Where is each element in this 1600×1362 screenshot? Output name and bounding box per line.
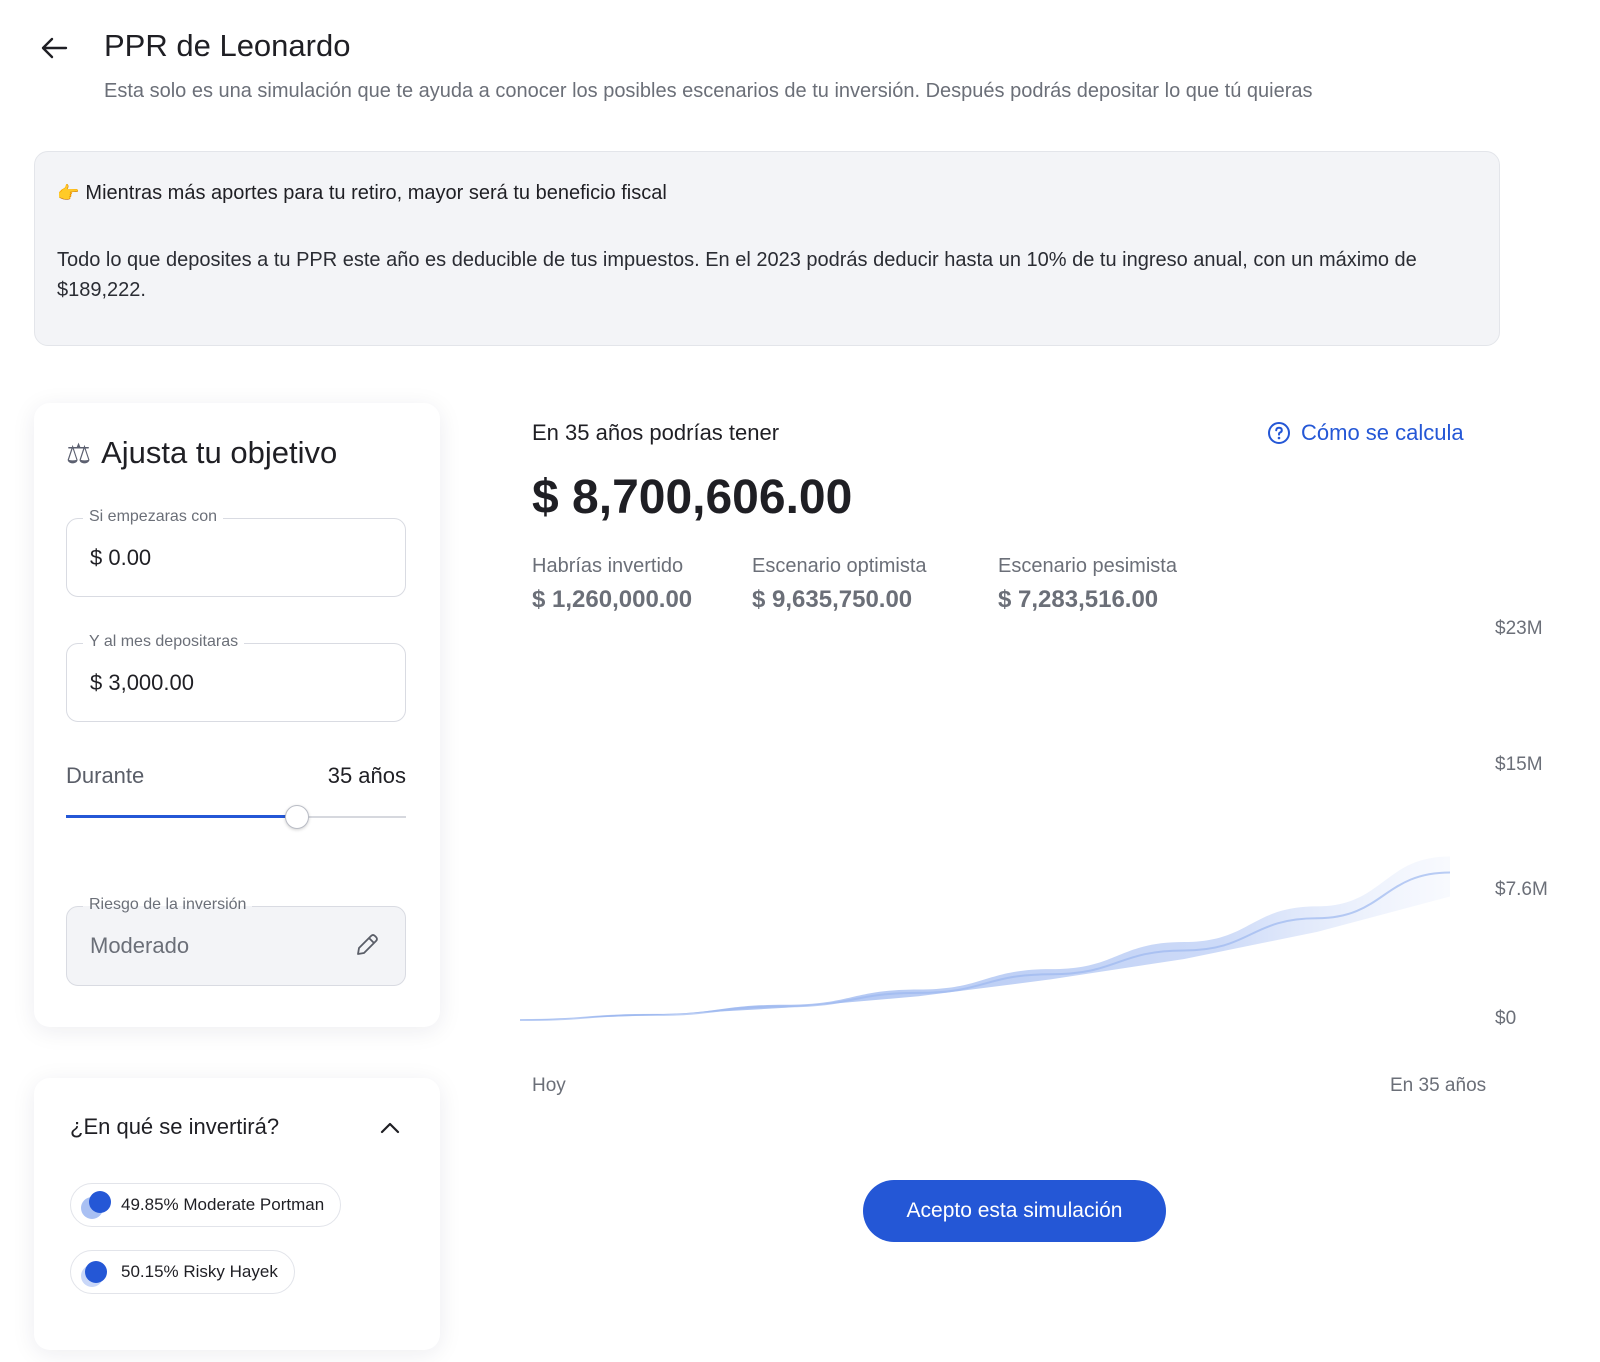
risk-field[interactable]: Riesgo de la inversión Moderado <box>66 896 406 986</box>
y-tick-label: $0 <box>1495 1008 1517 1029</box>
initial-amount-field[interactable]: Si empezaras con $ 0.00 <box>66 508 406 597</box>
growth-chart: $23M $15M $7.6M $0 Hoy En 35 años <box>519 618 1580 1140</box>
x-tick-label: Hoy <box>532 1075 566 1096</box>
pointing-hand-icon: 👉 <box>57 183 80 203</box>
scenario-band <box>520 856 1450 1020</box>
initial-amount-label: Si empezaras con <box>83 508 224 526</box>
x-tick-label: En 35 años <box>1390 1075 1487 1096</box>
fund-chip-risky[interactable]: 50.15% Risky Hayek <box>70 1250 295 1294</box>
stat-pessimistic: Escenario pesimista $ 7,283,516.00 <box>998 555 1177 614</box>
info-body: Todo lo que deposites a tu PPR este año … <box>57 249 1417 301</box>
stat-value: $ 9,635,750.00 <box>752 586 913 613</box>
back-arrow-icon[interactable] <box>34 28 74 68</box>
investment-title: ¿En qué se invertirá? <box>70 1114 280 1139</box>
slider-fill <box>66 815 298 818</box>
risk-value: Moderado <box>90 933 190 958</box>
fund-label: 50.15% Risky Hayek <box>121 1262 278 1281</box>
stat-value: $ 7,283,516.00 <box>998 586 1159 613</box>
chart-plot <box>519 856 1451 1021</box>
pencil-icon[interactable] <box>353 931 381 959</box>
help-circle-icon <box>1268 422 1290 444</box>
balance-scale-icon: ⚖ <box>66 437 92 469</box>
y-tick-label: $7.6M <box>1495 879 1548 901</box>
stat-label: Habrías invertido <box>532 555 684 577</box>
y-tick-label: $23M <box>1495 618 1543 639</box>
accept-simulation-button[interactable]: Acepto esta simulación <box>863 1180 1166 1242</box>
duration-slider[interactable] <box>66 805 406 829</box>
fund-chip-moderate[interactable]: 49.85% Moderate Portman <box>70 1183 342 1227</box>
info-headline-text: Mientras más aportes para tu retiro, may… <box>85 182 667 204</box>
monthly-deposit-value[interactable]: $ 3,000.00 <box>90 670 194 696</box>
chevron-up-icon[interactable] <box>376 1114 404 1142</box>
duration-label: Durante <box>66 763 145 788</box>
duration-value: 35 años <box>327 763 406 788</box>
fund-dot-icon <box>79 1256 111 1288</box>
initial-amount-value[interactable]: $ 0.00 <box>90 545 151 571</box>
objective-heading: ⚖ Ajusta tu objetivo <box>66 435 337 471</box>
risk-label: Riesgo de la inversión <box>83 896 253 914</box>
slider-thumb[interactable] <box>285 805 310 829</box>
objective-card: ⚖ Ajusta tu objetivo Si empezaras con $ … <box>34 403 440 1027</box>
page-subtitle: Esta solo es una simulación que te ayuda… <box>104 80 1313 102</box>
how-calculated-text: Cómo se calcula <box>1301 420 1464 445</box>
objective-title: Ajusta tu objetivo <box>101 435 338 470</box>
stat-label: Escenario pesimista <box>998 555 1177 577</box>
stat-label: Escenario optimista <box>752 555 927 577</box>
fund-label: 49.85% Moderate Portman <box>121 1195 325 1214</box>
info-headline: 👉 Mientras más aportes para tu retiro, m… <box>57 182 667 205</box>
how-calculated-link[interactable]: Cómo se calcula <box>1267 420 1464 446</box>
stat-invested: Habrías invertido $ 1,260,000.00 <box>532 555 692 614</box>
result-label: En 35 años podrías tener <box>532 420 780 445</box>
fund-dot-icon <box>79 1189 111 1221</box>
page-title: PPR de Leonardo <box>104 28 351 63</box>
tax-info-box: 👉 Mientras más aportes para tu retiro, m… <box>34 151 1500 346</box>
projection-line <box>519 871 1451 1021</box>
y-tick-label: $15M <box>1495 753 1543 775</box>
investment-card: ¿En qué se invertirá? 49.85% Moderate Po… <box>34 1078 440 1350</box>
monthly-deposit-label: Y al mes depositaras <box>83 633 245 651</box>
stat-value: $ 1,260,000.00 <box>532 586 693 613</box>
projected-amount: $ 8,700,606.00 <box>532 471 853 524</box>
stat-optimistic: Escenario optimista $ 9,635,750.00 <box>752 555 927 614</box>
monthly-deposit-field[interactable]: Y al mes depositaras $ 3,000.00 <box>66 633 406 722</box>
